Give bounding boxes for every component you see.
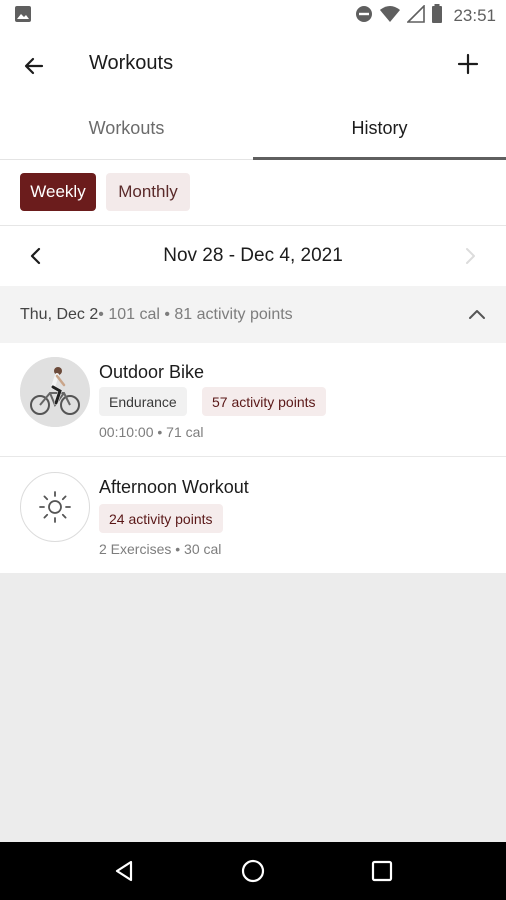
arrow-back-icon	[24, 57, 44, 75]
day-summary: • 101 cal • 81 activity points	[98, 305, 293, 323]
wifi-icon	[379, 5, 401, 28]
workout-meta: 2 Exercises • 30 cal	[99, 541, 222, 557]
nav-back-button[interactable]	[99, 846, 149, 896]
navigation-bar	[0, 842, 506, 900]
square-recents-icon	[371, 860, 392, 882]
image-icon	[14, 5, 32, 28]
tab-history[interactable]: History	[253, 98, 506, 160]
chevron-up-icon	[469, 310, 485, 319]
page-title: Workouts	[89, 52, 174, 74]
workout-title: Outdoor Bike	[99, 362, 205, 382]
date-range: Nov 28 - Dec 4, 2021	[163, 245, 343, 266]
add-workout-button[interactable]	[448, 44, 488, 84]
sun-icon	[20, 472, 90, 542]
workout-item[interactable]: Afternoon Workout 24 activity points 2 E…	[0, 458, 506, 573]
tab-bar: Workouts History	[0, 98, 506, 160]
next-week-button[interactable]	[452, 238, 488, 274]
do-not-disturb-icon	[355, 5, 373, 28]
plus-icon	[457, 53, 479, 75]
weekly-chip[interactable]: Weekly	[20, 173, 96, 211]
tab-workouts[interactable]: Workouts	[0, 98, 253, 159]
battery-icon	[431, 3, 443, 29]
cyclist-icon	[20, 357, 90, 427]
activity-points-tag: 24 activity points	[99, 504, 223, 533]
app-bar: Workouts	[0, 32, 506, 98]
collapse-button[interactable]	[462, 300, 492, 330]
signal-icon	[406, 3, 426, 28]
monthly-chip[interactable]: Monthly	[106, 173, 190, 211]
circle-home-icon	[241, 859, 265, 883]
status-time: 23:51	[453, 6, 496, 25]
date-navigator: Nov 28 - Dec 4, 2021	[0, 226, 506, 286]
back-button[interactable]	[14, 46, 54, 86]
chevron-right-icon	[466, 248, 475, 264]
triangle-back-icon	[116, 860, 133, 882]
nav-home-button[interactable]	[228, 846, 278, 896]
status-bar: 23:51	[0, 0, 506, 32]
nav-recents-button[interactable]	[357, 846, 407, 896]
workout-item[interactable]: Outdoor Bike Endurance 57 activity point…	[0, 343, 506, 457]
period-toggle: Weekly Monthly	[0, 160, 506, 226]
empty-area	[0, 573, 506, 842]
workout-meta: 00:10:00 • 71 cal	[99, 424, 204, 440]
day-label: Thu, Dec 2	[20, 305, 99, 323]
activity-points-tag: 57 activity points	[202, 387, 326, 416]
workout-tag: Endurance	[99, 387, 187, 416]
day-header[interactable]: Thu, Dec 2 • 101 cal • 81 activity point…	[0, 286, 506, 343]
workout-title: Afternoon Workout	[99, 477, 249, 497]
